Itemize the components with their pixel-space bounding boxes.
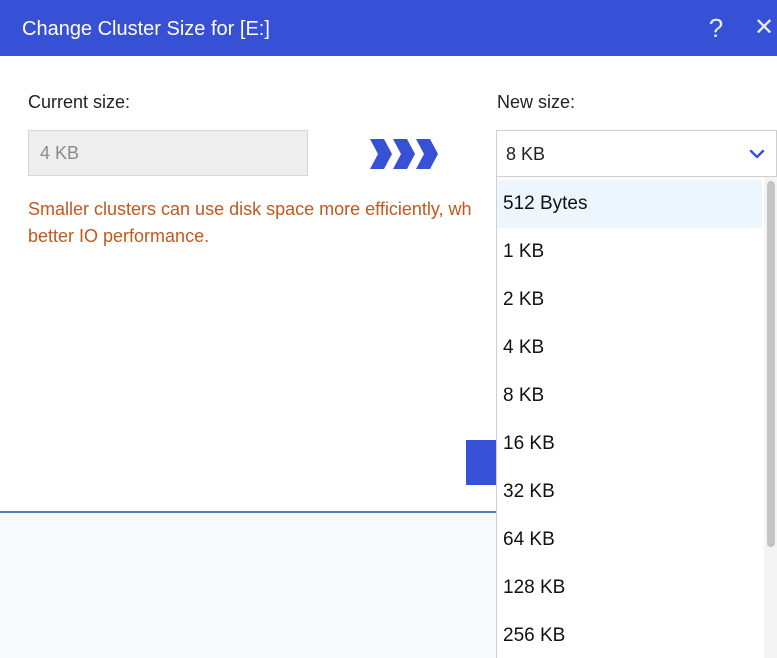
close-icon[interactable]: ✕ [751, 12, 777, 44]
new-size-label: New size: [497, 92, 576, 112]
hint-line-2: better IO performance. [28, 226, 210, 246]
option-512-bytes[interactable]: 512 Bytes [497, 180, 762, 228]
hint-line-1: Smaller clusters can use disk space more… [28, 199, 472, 219]
option-16-kb[interactable]: 16 KB [497, 420, 762, 468]
new-size-selected-value: 8 KB [506, 144, 546, 164]
chevron-down-icon [749, 149, 765, 159]
option-32-kb[interactable]: 32 KB [497, 468, 762, 516]
dropdown-scrollbar[interactable] [764, 177, 777, 658]
current-size-field: 4 KB [28, 130, 308, 176]
new-size-select[interactable]: 8 KB [496, 130, 777, 177]
cluster-size-hint: Smaller clusters can use disk space more… [28, 196, 498, 250]
triple-chevron-right-icon [370, 139, 438, 169]
option-128-kb[interactable]: 128 KB [497, 564, 762, 612]
option-1-kb[interactable]: 1 KB [497, 228, 762, 276]
help-icon[interactable]: ? [704, 12, 728, 44]
option-256-kb[interactable]: 256 KB [497, 612, 762, 658]
change-cluster-size-dialog: Change Cluster Size for [E:] ? ✕ Current… [0, 0, 777, 658]
option-64-kb[interactable]: 64 KB [497, 516, 762, 564]
option-2-kb[interactable]: 2 KB [497, 276, 762, 324]
option-4-kb[interactable]: 4 KB [497, 324, 762, 372]
scrollbar-thumb[interactable] [767, 181, 775, 547]
dialog-title: Change Cluster Size for [E:] [22, 18, 270, 40]
new-size-dropdown-list: 512 Bytes 1 KB 2 KB 4 KB 8 KB 16 KB 32 K… [496, 177, 777, 658]
title-bar: Change Cluster Size for [E:] ? ✕ [0, 0, 777, 56]
current-size-label: Current size: [28, 92, 131, 112]
option-8-kb[interactable]: 8 KB [497, 372, 762, 420]
